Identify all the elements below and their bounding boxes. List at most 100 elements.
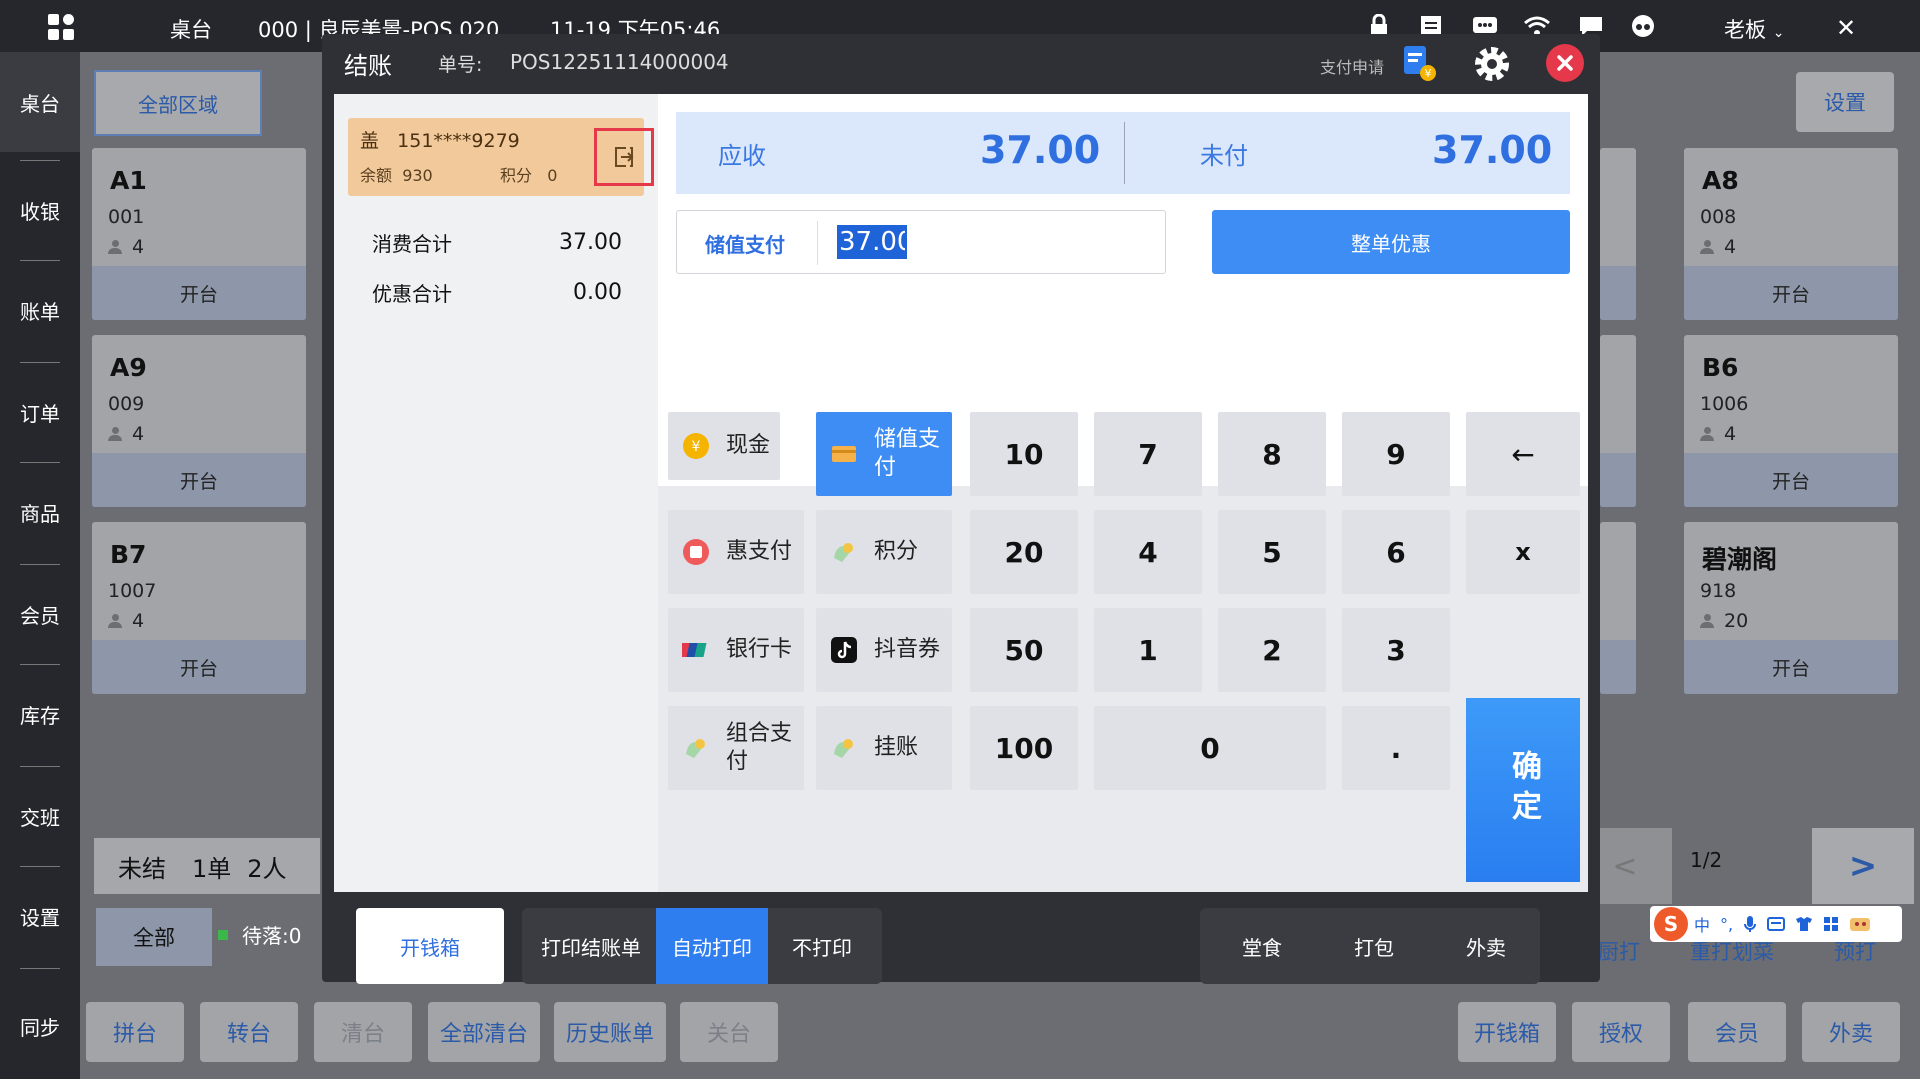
ime-chinese-mode[interactable]: 中: [1694, 912, 1710, 936]
table-card[interactable]: B7 1007 4 开台: [92, 522, 306, 694]
top-tab[interactable]: 桌台: [170, 14, 212, 44]
settings-button[interactable]: 设置: [1796, 72, 1894, 132]
payment-amount-input[interactable]: [837, 225, 907, 259]
nav-item-shift[interactable]: 交班: [0, 766, 80, 866]
numpad-key-dot[interactable]: .: [1342, 706, 1450, 790]
history-bills-button[interactable]: 历史账单: [554, 1002, 666, 1062]
payment-amount-field[interactable]: 储值支付: [676, 210, 1166, 274]
nav-item-members[interactable]: 会员: [0, 564, 80, 664]
pay-apply-label[interactable]: 支付申请: [1320, 54, 1384, 78]
open-table-button[interactable]: 开台: [1684, 453, 1898, 507]
close-dialog-button[interactable]: [1546, 44, 1584, 82]
quick-amount-100[interactable]: 100: [970, 706, 1078, 790]
numpad-key-8[interactable]: 8: [1218, 412, 1326, 496]
pay-method-douyin[interactable]: 抖音券: [816, 608, 952, 692]
filter-all-button[interactable]: 全部: [96, 908, 212, 966]
delivery-button[interactable]: 外卖: [1802, 1002, 1900, 1062]
numpad-key-3[interactable]: 3: [1342, 608, 1450, 692]
numpad-key-0[interactable]: 0: [1094, 706, 1326, 790]
pay-method-label: 组合支付: [726, 721, 793, 774]
order-no: POS12251114000004: [510, 50, 729, 74]
kitchen-print-tab[interactable]: 厨打: [1598, 936, 1640, 966]
apps-grid-icon[interactable]: [48, 14, 76, 42]
table-card[interactable]: A9 009 4 开台: [92, 335, 306, 507]
open-table-button[interactable]: 开台: [92, 266, 306, 320]
clear-key[interactable]: x: [1466, 510, 1580, 594]
numpad-key-7[interactable]: 7: [1094, 412, 1202, 496]
keyboard-icon[interactable]: [1767, 917, 1786, 931]
numpad-key-5[interactable]: 5: [1218, 510, 1326, 594]
sogou-logo-icon[interactable]: S: [1654, 907, 1688, 941]
close-table-button[interactable]: 关台: [680, 1002, 778, 1062]
numpad-key-4[interactable]: 4: [1094, 510, 1202, 594]
nav-item-settings[interactable]: 设置: [0, 866, 80, 966]
nav-item-inventory[interactable]: 库存: [0, 664, 80, 764]
table-card[interactable]: A1 001 4 开台: [92, 148, 306, 320]
quick-amount-10[interactable]: 10: [970, 412, 1078, 496]
unsettled-label: 未结: [118, 854, 166, 883]
confirm-button[interactable]: 确定: [1466, 698, 1580, 882]
authorize-button[interactable]: 授权: [1572, 1002, 1670, 1062]
open-table-button[interactable]: 开台: [92, 453, 306, 507]
pack-option[interactable]: 打包: [1324, 908, 1424, 984]
cloud-icon[interactable]: [1630, 14, 1656, 38]
open-table-button[interactable]: 开台: [92, 640, 306, 694]
pay-method-bank-card[interactable]: 银行卡: [668, 608, 804, 692]
delivery-option[interactable]: 外卖: [1436, 908, 1536, 984]
numpad-key-6[interactable]: 6: [1342, 510, 1450, 594]
area-filter-button[interactable]: 全部区域: [94, 70, 262, 136]
pay-method-stored-value[interactable]: 储值支付: [816, 412, 952, 496]
table-card[interactable]: 碧潮阁 918 20 开台: [1684, 522, 1898, 694]
ime-toolbar[interactable]: S 中 °,: [1650, 906, 1902, 942]
open-drawer-toggle[interactable]: 开钱箱: [356, 908, 504, 984]
no-print-option[interactable]: 不打印: [770, 908, 874, 984]
pay-method-credit[interactable]: 挂账: [816, 706, 952, 790]
member-logout-button[interactable]: [594, 128, 654, 186]
numpad-key-2[interactable]: 2: [1218, 608, 1326, 692]
microphone-icon[interactable]: [1743, 915, 1757, 933]
skin-icon[interactable]: [1795, 916, 1813, 932]
pay-method-label: 抖音券: [874, 637, 941, 662]
nav-item-products[interactable]: 商品: [0, 462, 80, 562]
open-table-strip: [1600, 640, 1636, 694]
close-app-icon[interactable]: ✕: [1836, 14, 1856, 42]
pay-method-combo[interactable]: 组合支付: [668, 706, 804, 790]
pay-method-cash[interactable]: ¥ 现金: [668, 412, 780, 480]
auto-print-option[interactable]: 自动打印: [656, 908, 768, 984]
member-points: 积分 0: [500, 162, 557, 186]
gear-icon[interactable]: [1472, 44, 1512, 84]
quick-amount-50[interactable]: 50: [970, 608, 1078, 692]
pay-method-points[interactable]: 积分: [816, 510, 952, 594]
pay-apply-icon[interactable]: ¥: [1402, 44, 1436, 82]
backspace-key[interactable]: ←: [1466, 412, 1580, 496]
open-table-button[interactable]: 开台: [1684, 266, 1898, 320]
transfer-table-button[interactable]: 转台: [200, 1002, 298, 1062]
table-card[interactable]: A8 008 4 开台: [1684, 148, 1898, 320]
nav-item-bills[interactable]: 账单: [0, 260, 80, 360]
next-page-button[interactable]: >: [1812, 828, 1914, 904]
clear-table-button[interactable]: 清台: [314, 1002, 412, 1062]
nav-item-cashier[interactable]: 收银: [0, 160, 80, 260]
member-button[interactable]: 会员: [1688, 1002, 1786, 1062]
numpad-key-9[interactable]: 9: [1342, 412, 1450, 496]
numpad-key-1[interactable]: 1: [1094, 608, 1202, 692]
ime-punctuation[interactable]: °,: [1720, 915, 1733, 934]
open-drawer-button[interactable]: 开钱箱: [1458, 1002, 1556, 1062]
member-card[interactable]: 盖 151****9279 余额 930 积分 0: [348, 118, 654, 196]
emoji-sticker-icon[interactable]: [1849, 915, 1871, 933]
nav-item-orders[interactable]: 订单: [0, 362, 80, 462]
nav-item-tables[interactable]: 桌台: [0, 52, 80, 152]
toolbox-grid-icon[interactable]: [1823, 916, 1839, 932]
pay-method-hui-pay[interactable]: 惠支付: [668, 510, 804, 594]
print-bill-option[interactable]: 打印结账单: [530, 908, 652, 984]
quick-amount-20[interactable]: 20: [970, 510, 1078, 594]
open-table-button[interactable]: 开台: [1684, 640, 1898, 694]
dine-in-option[interactable]: 堂食: [1212, 908, 1312, 984]
merge-table-button[interactable]: 拼台: [86, 1002, 184, 1062]
table-card[interactable]: B6 1006 4 开台: [1684, 335, 1898, 507]
user-menu[interactable]: 老板 ⌄: [1724, 14, 1784, 44]
whole-discount-button[interactable]: 整单优惠: [1212, 210, 1570, 274]
nav-item-sync[interactable]: 同步: [0, 976, 80, 1076]
clear-all-tables-button[interactable]: 全部清台: [428, 1002, 540, 1062]
person-icon: [108, 614, 122, 628]
